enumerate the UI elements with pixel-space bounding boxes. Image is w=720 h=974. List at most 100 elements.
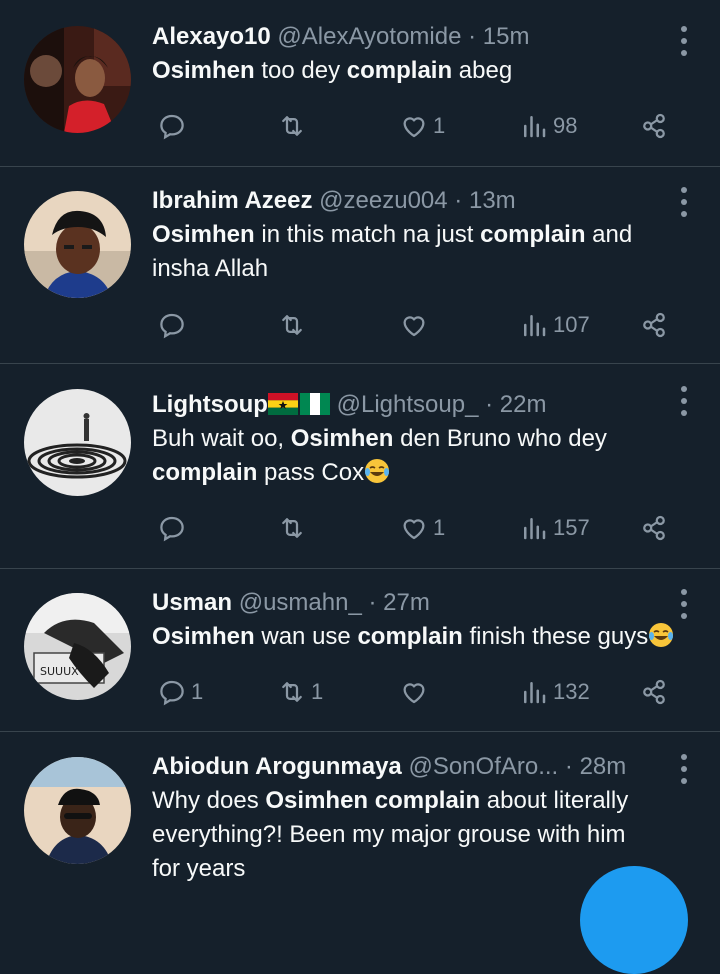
- separator-dot: ·: [454, 187, 463, 214]
- user-handle[interactable]: @usmahn_: [239, 589, 362, 616]
- heart-icon: [403, 683, 425, 704]
- retweet-icon: [282, 682, 302, 702]
- views-button[interactable]: 98: [519, 106, 577, 146]
- avatar[interactable]: [24, 389, 131, 496]
- retweet-button[interactable]: [277, 106, 311, 146]
- tweet[interactable]: SUUUX Usman @usmahn_ · 27m Osimhen wan u…: [0, 569, 720, 732]
- text-run: Why does: [152, 787, 266, 814]
- tweet-text: Why does Osimhen complain about literall…: [152, 784, 660, 886]
- avatar[interactable]: [24, 26, 131, 133]
- text-bold: complain: [374, 787, 481, 814]
- views-button[interactable]: 107: [519, 305, 590, 345]
- tweet-header: Ibrahim Azeez @zeezu004 · 13m: [152, 184, 660, 218]
- text-run: in this match na just: [254, 221, 481, 248]
- text-run: wan use: [254, 623, 358, 650]
- tears-of-joy-emoji-icon: [649, 623, 674, 647]
- avatar[interactable]: [24, 757, 131, 864]
- reply-button[interactable]: [157, 305, 191, 345]
- compose-tweet-button[interactable]: [580, 866, 688, 974]
- text-bold: Osimhen: [290, 425, 394, 452]
- tweet-header: Lightsoup @Lightsoup_ · 22m: [152, 388, 660, 422]
- more-icon[interactable]: [680, 386, 688, 416]
- share-button[interactable]: [639, 305, 669, 345]
- avatar-photo: [24, 757, 131, 864]
- timestamp[interactable]: 27m: [383, 589, 430, 616]
- retweet-button[interactable]: [277, 508, 311, 548]
- retweet-count: 1: [311, 679, 324, 704]
- avatar[interactable]: [24, 191, 131, 298]
- user-handle[interactable]: @zeezu004: [319, 187, 447, 214]
- text-bold: Osimhen: [152, 623, 255, 650]
- text-run: den Bruno who dey: [393, 425, 607, 452]
- views-count: 157: [553, 515, 590, 540]
- retweet-icon: [282, 315, 302, 335]
- tweet-header: Alexayo10 @AlexAyotomide · 15m: [152, 20, 660, 54]
- tweet[interactable]: Alexayo10 @AlexAyotomide · 15m Osimhen t…: [0, 0, 720, 167]
- heart-icon: [403, 117, 425, 138]
- reply-icon: [160, 313, 184, 339]
- separator-dot: ·: [368, 589, 377, 616]
- reply-count: 1: [191, 679, 204, 704]
- tweet[interactable]: Lightsoup @Lightsoup_ · 22m Buh wait oo,…: [0, 364, 720, 569]
- text-run: pass Cox: [257, 459, 365, 486]
- text-bold: complain: [346, 57, 453, 84]
- like-button[interactable]: [399, 305, 433, 345]
- display-name[interactable]: Lightsoup: [152, 391, 268, 418]
- avatar[interactable]: SUUUX: [24, 593, 131, 700]
- avatar-photo: [24, 26, 131, 133]
- views-button[interactable]: 132: [519, 672, 590, 712]
- retweet-button[interactable]: 1: [277, 672, 323, 712]
- text-bold: Osimhen: [265, 787, 369, 814]
- more-icon[interactable]: [680, 187, 688, 217]
- avatar-photo: [24, 191, 131, 298]
- more-icon[interactable]: [680, 589, 688, 619]
- like-button[interactable]: 1: [399, 106, 445, 146]
- text-run: too dey: [254, 57, 347, 84]
- avatar-shirt-print: SUUUX: [40, 665, 79, 678]
- more-icon[interactable]: [680, 26, 688, 56]
- reply-button[interactable]: [157, 106, 191, 146]
- text-bold: complain: [480, 221, 586, 248]
- text-bold: complain: [357, 623, 463, 650]
- views-count: 98: [553, 113, 578, 138]
- display-name[interactable]: Ibrahim Azeez: [152, 187, 313, 214]
- share-button[interactable]: [639, 672, 669, 712]
- like-count: 1: [433, 113, 446, 138]
- retweet-button[interactable]: [277, 305, 311, 345]
- like-button[interactable]: 1: [399, 508, 445, 548]
- share-button[interactable]: [639, 106, 669, 146]
- more-icon[interactable]: [680, 754, 688, 784]
- like-button[interactable]: [399, 672, 433, 712]
- user-handle[interactable]: @SonOfAro...: [408, 753, 558, 780]
- tweet-header: Abiodun Arogunmaya @SonOfAro... · 28m: [152, 750, 660, 784]
- display-name[interactable]: Usman: [152, 589, 232, 616]
- views-count: 132: [553, 679, 590, 704]
- reply-button[interactable]: 1: [157, 672, 203, 712]
- text-run: Buh wait oo,: [152, 425, 291, 452]
- timestamp[interactable]: 15m: [483, 23, 530, 50]
- reply-button[interactable]: [157, 508, 191, 548]
- reply-icon: [160, 114, 184, 140]
- user-handle[interactable]: @AlexAyotomide: [277, 23, 461, 50]
- tweet[interactable]: Ibrahim Azeez @zeezu004 · 13m Osimhen in…: [0, 167, 720, 364]
- share-icon: [643, 113, 665, 139]
- timestamp[interactable]: 13m: [469, 187, 516, 214]
- flags-ghana-nigeria-icon: [267, 393, 330, 415]
- separator-dot: ·: [564, 753, 573, 780]
- text-bold: complain: [152, 459, 258, 486]
- views-button[interactable]: 157: [519, 508, 590, 548]
- text-run: finish these guys: [462, 623, 649, 650]
- display-name[interactable]: Alexayo10: [152, 23, 271, 50]
- views-icon: [524, 315, 546, 337]
- text-run: abeg: [452, 57, 513, 84]
- separator-dot: ·: [468, 23, 477, 50]
- retweet-icon: [282, 518, 302, 538]
- share-icon: [643, 312, 665, 338]
- timestamp[interactable]: 28m: [580, 753, 627, 780]
- tweet-header: Usman @usmahn_ · 27m: [152, 586, 660, 620]
- display-name[interactable]: Abiodun Arogunmaya: [152, 753, 402, 780]
- views-icon: [524, 682, 546, 704]
- user-handle[interactable]: @Lightsoup_: [337, 391, 479, 418]
- share-button[interactable]: [639, 508, 669, 548]
- timestamp[interactable]: 22m: [500, 391, 547, 418]
